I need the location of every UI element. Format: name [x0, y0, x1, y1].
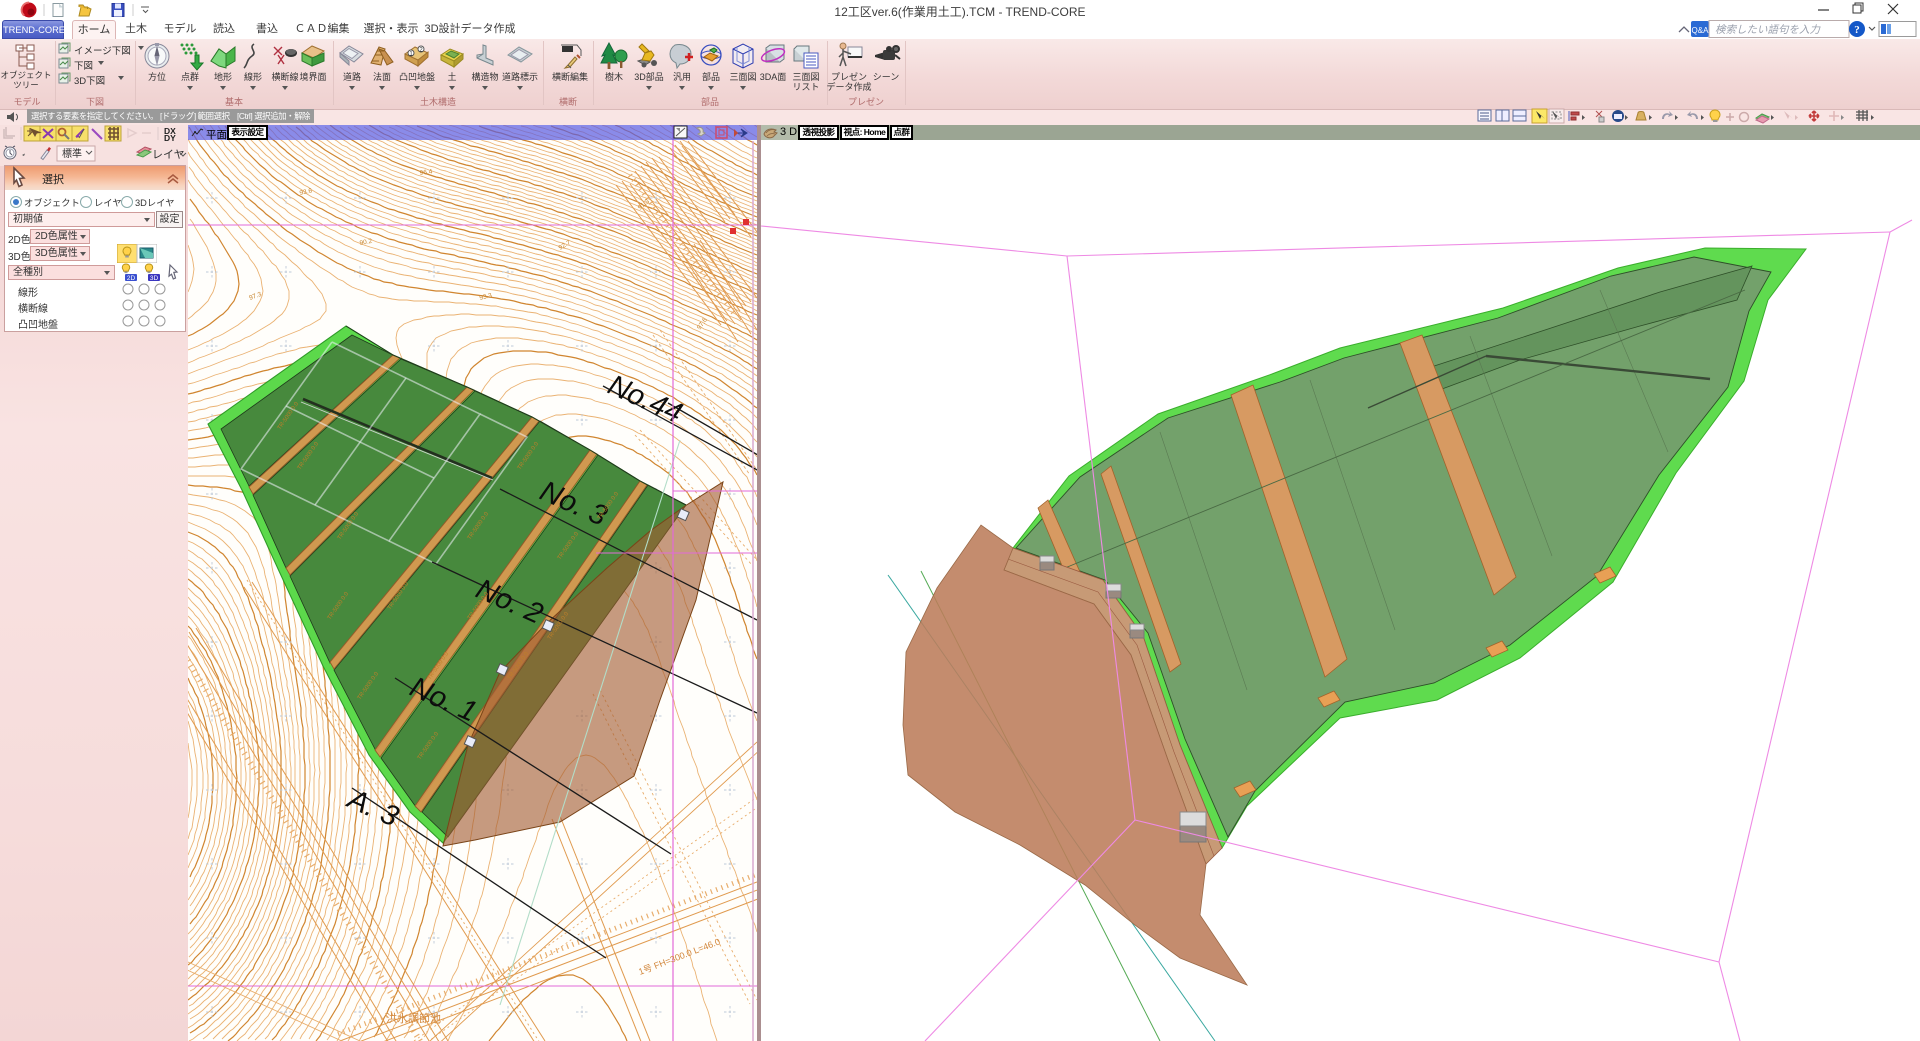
svg-text:オブジェクト: オブジェクト [24, 197, 80, 208]
svg-text:?: ? [1854, 24, 1860, 36]
svg-text:レイヤ: レイヤ [94, 198, 122, 208]
svg-text:検索したい語句を入力: 検索したい語句を入力 [1715, 24, 1821, 36]
svg-text:2D: 2D [127, 275, 136, 281]
svg-text:DY: DY [164, 133, 176, 143]
svg-text:レイヤ: レイヤ [152, 149, 185, 161]
svg-text:洪水調節池: 洪水調節池 [386, 1011, 441, 1025]
svg-text:標準: 標準 [62, 147, 82, 160]
svg-text:3D: 3D [150, 275, 159, 281]
svg-text:3Dレイヤ: 3Dレイヤ [135, 198, 175, 208]
svg-text:Q&A: Q&A [1692, 26, 1710, 35]
